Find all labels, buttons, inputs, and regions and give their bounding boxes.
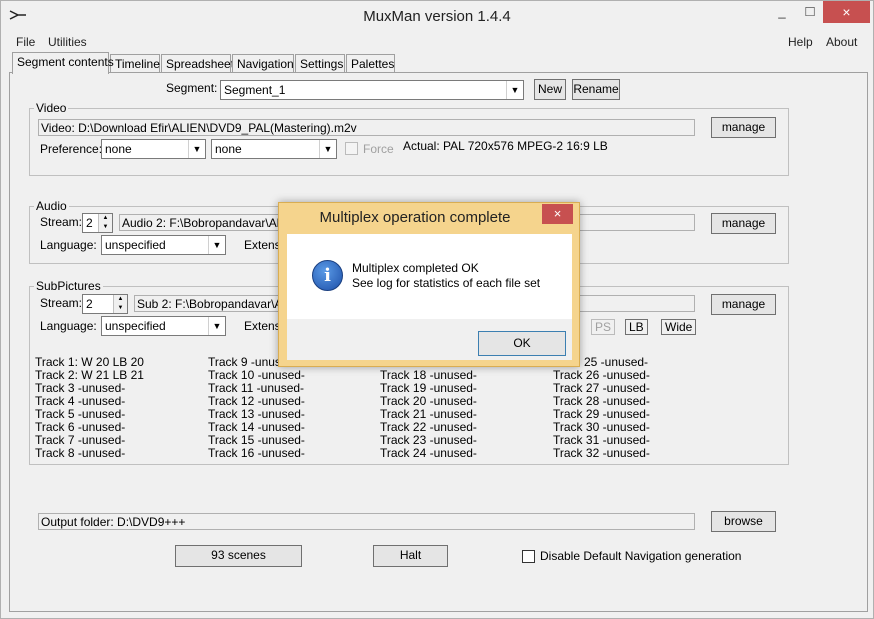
preference-label: Preference: [40, 142, 103, 156]
menu-help[interactable]: Help [788, 35, 813, 49]
title-bar[interactable]: MuxMan version 1.4.4 _ □ × [1, 1, 873, 32]
chevron-down-icon: ▼ [506, 81, 523, 99]
track-item: Track 8 -unused- [35, 446, 126, 460]
dialog-message-line1: Multiplex completed OK [352, 261, 479, 275]
sub-manage-button[interactable]: manage [711, 294, 776, 315]
video-actual-info: Actual: PAL 720x576 MPEG-2 16:9 LB [403, 139, 608, 153]
window-title: MuxMan version 1.4.4 [363, 8, 511, 25]
disable-nav-label: Disable Default Navigation generation [540, 549, 742, 563]
track-item: Track 16 -unused- [208, 446, 305, 460]
tab-spreadsheet[interactable]: Spreadsheet [161, 54, 234, 73]
menu-utilities[interactable]: Utilities [48, 35, 87, 49]
sub-stream-label: Stream: [40, 296, 83, 310]
halt-button[interactable]: Halt [373, 545, 448, 567]
spin-up-icon[interactable]: ▲ [98, 214, 112, 223]
force-label: Force [363, 142, 394, 156]
tab-settings[interactable]: Settings [295, 54, 345, 73]
menu-about[interactable]: About [826, 35, 857, 49]
spin-down-icon[interactable]: ▼ [98, 223, 112, 232]
preference-value-2: none [215, 142, 242, 156]
audio-language-label: Language: [40, 238, 97, 252]
video-manage-button[interactable]: manage [711, 117, 776, 138]
menu-file[interactable]: File [16, 35, 35, 49]
sub-stream-value: 2 [86, 297, 93, 311]
minimize-button[interactable]: _ [767, 1, 797, 23]
sub-language-value: unspecified [105, 319, 166, 333]
segment-label: Segment: [166, 81, 218, 95]
preference-select-1[interactable]: none ▼ [101, 139, 206, 159]
maximize-button[interactable]: □ [795, 1, 825, 23]
dialog-close-button[interactable]: × [542, 204, 573, 224]
audio-language-select[interactable]: unspecified ▼ [101, 235, 226, 255]
dialog-body: i Multiplex completed OK See log for sta… [287, 234, 572, 319]
close-button[interactable]: × [823, 1, 870, 23]
chevron-down-icon: ▼ [188, 140, 205, 158]
tab-segment-contents[interactable]: Segment contents [12, 52, 114, 74]
spin-down-icon[interactable]: ▼ [113, 304, 127, 313]
scenes-button[interactable]: 93 scenes [175, 545, 302, 567]
track-item: Track 24 -unused- [380, 446, 477, 460]
dialog-ok-button[interactable]: OK [478, 331, 566, 356]
chevron-down-icon: ▼ [319, 140, 336, 158]
main-window: MuxMan version 1.4.4 _ □ × File Utilitie… [0, 0, 874, 619]
tab-timeline[interactable]: Timeline [110, 54, 160, 73]
audio-manage-button[interactable]: manage [711, 213, 776, 234]
sub-language-select[interactable]: unspecified ▼ [101, 316, 226, 336]
audio-stream-value: 2 [86, 216, 93, 230]
lb-toggle[interactable]: LB [625, 319, 648, 335]
output-folder-field: Output folder: D:\DVD9+++ [38, 513, 695, 530]
multiplex-complete-dialog: Multiplex operation complete × i Multipl… [278, 202, 580, 367]
tab-navigation[interactable]: Navigation [232, 54, 294, 73]
tab-palettes[interactable]: Palettes [346, 54, 395, 73]
sub-stream-spinner[interactable]: 2 ▲ ▼ [82, 294, 128, 314]
audio-group-label: Audio [34, 199, 69, 213]
dialog-title: Multiplex operation complete [319, 209, 511, 226]
chevron-down-icon: ▼ [208, 236, 225, 254]
sub-language-label: Language: [40, 319, 97, 333]
ps-toggle[interactable]: PS [591, 319, 616, 335]
new-segment-button[interactable]: New [534, 79, 566, 100]
spin-up-icon[interactable]: ▲ [113, 295, 127, 304]
subpictures-group-label: SubPictures [34, 279, 103, 293]
track-item: Track 32 -unused- [553, 446, 650, 460]
disable-nav-checkbox[interactable] [522, 550, 535, 563]
video-file-field: Video: D:\Download Efir\ALIEN\DVD9_PAL(M… [38, 119, 695, 136]
browse-button[interactable]: browse [711, 511, 776, 532]
preference-select-2[interactable]: none ▼ [211, 139, 337, 159]
dialog-footer: OK [287, 319, 572, 360]
audio-stream-spinner[interactable]: 2 ▲ ▼ [82, 213, 113, 233]
dialog-message-line2: See log for statistics of each file set [352, 276, 541, 290]
audio-language-value: unspecified [105, 238, 166, 252]
rename-segment-button[interactable]: Rename [572, 79, 620, 100]
wide-toggle[interactable]: Wide [661, 319, 697, 335]
video-group-label: Video [34, 101, 69, 115]
preference-value-1: none [105, 142, 132, 156]
audio-stream-label: Stream: [40, 215, 83, 229]
chevron-down-icon: ▼ [208, 317, 225, 335]
force-checkbox[interactable] [345, 142, 358, 155]
segment-select[interactable]: Segment_1 ▼ [220, 80, 524, 100]
info-icon: i [312, 260, 343, 291]
segment-value: Segment_1 [224, 83, 286, 97]
